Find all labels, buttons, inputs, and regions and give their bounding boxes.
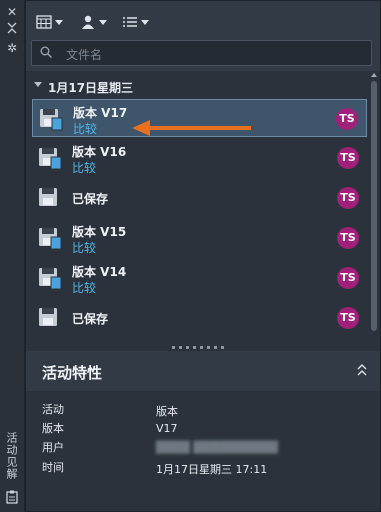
- user-avatar[interactable]: TS: [337, 267, 359, 289]
- close-icon[interactable]: ✕: [4, 4, 20, 20]
- prop-label-user: 用户: [42, 441, 64, 454]
- user-avatar[interactable]: TS: [337, 307, 359, 329]
- version-row[interactable]: 已保存 TS: [32, 299, 367, 337]
- version-row[interactable]: 版本 V14 比较 TS: [32, 259, 367, 297]
- version-title: 版本 V17: [73, 106, 128, 120]
- prop-label-activity: 活动: [42, 403, 64, 416]
- user-icon: [82, 15, 94, 29]
- side-strip: ✕ ✲ 活动见解: [0, 0, 25, 512]
- scroll-thumb[interactable]: [371, 81, 377, 331]
- panel-splitter[interactable]: [26, 343, 380, 351]
- prop-value-user-redacted: ████ ██████████: [156, 441, 278, 454]
- version-file-icon: [38, 266, 62, 290]
- prop-label-version: 版本: [42, 422, 64, 435]
- clipboard-icon[interactable]: [4, 490, 20, 506]
- prop-value-time: 1月17日星期三 17:11: [156, 463, 268, 476]
- compare-link[interactable]: 比较: [73, 120, 97, 137]
- list-scrollbar[interactable]: [371, 73, 377, 335]
- search-input[interactable]: 文件名: [31, 40, 372, 66]
- search-icon: [40, 46, 52, 58]
- collapse-up-icon[interactable]: [356, 363, 368, 377]
- compare-link[interactable]: 比较: [72, 159, 96, 176]
- user-filter-button[interactable]: [80, 11, 107, 33]
- date-group-label: 1月17日星期三: [48, 81, 134, 95]
- version-title: 已保存: [72, 312, 109, 326]
- version-file-icon: [38, 146, 62, 170]
- prop-value-activity: 版本: [156, 405, 178, 418]
- saved-file-icon: [38, 306, 62, 330]
- saved-file-icon: [38, 186, 62, 210]
- properties-header: 活动特性: [26, 351, 380, 391]
- properties-title: 活动特性: [42, 364, 103, 382]
- version-title: 版本 V15: [72, 225, 127, 239]
- version-title: 版本 V16: [72, 145, 127, 159]
- search-placeholder: 文件名: [66, 48, 103, 62]
- version-title: 版本 V14: [72, 265, 127, 279]
- calendar-filter-button[interactable]: [36, 11, 63, 33]
- list-icon: [123, 17, 137, 27]
- settings-icon[interactable]: ✲: [4, 40, 20, 56]
- scroll-up-icon[interactable]: [371, 73, 377, 77]
- calendar-icon: [36, 15, 52, 29]
- user-avatar[interactable]: TS: [337, 227, 359, 249]
- user-avatar[interactable]: TS: [337, 147, 359, 169]
- prop-value-version: V17: [156, 422, 178, 435]
- pin-icon[interactable]: [4, 22, 20, 38]
- version-file-icon: [38, 226, 62, 250]
- version-row[interactable]: 已保存 TS: [32, 179, 367, 217]
- version-row[interactable]: 版本 V15 比较 TS: [32, 219, 367, 257]
- toolbar: [26, 1, 380, 39]
- panel-vertical-title: 活动见解: [5, 432, 18, 480]
- user-avatar[interactable]: TS: [336, 108, 358, 130]
- version-file-icon: [39, 107, 63, 131]
- version-row[interactable]: 版本 V16 比较 TS: [32, 139, 367, 177]
- version-list: 1月17日星期三 版本 V17 比较 TS 版本 V16 比较 TS 已保存 TS 版本 V15…: [26, 71, 380, 343]
- date-group-header[interactable]: 1月17日星期三: [26, 77, 366, 97]
- chevron-down-icon: [34, 82, 42, 87]
- prop-label-time: 时间: [42, 461, 64, 474]
- activity-insights-panel: 文件名 1月17日星期三 版本 V17 比较 TS 版本 V16 比较 TS 已保存 TS 版本…: [25, 0, 381, 512]
- list-filter-button[interactable]: [122, 11, 149, 33]
- user-avatar[interactable]: TS: [337, 187, 359, 209]
- properties-body: 活动 版本 版本 V17 用户 ████ ██████████ 时间 1月17日…: [26, 391, 380, 511]
- annotation-arrow-icon: [132, 120, 251, 136]
- version-title: 已保存: [72, 192, 109, 206]
- compare-link[interactable]: 比较: [72, 239, 96, 256]
- compare-link[interactable]: 比较: [72, 279, 96, 296]
